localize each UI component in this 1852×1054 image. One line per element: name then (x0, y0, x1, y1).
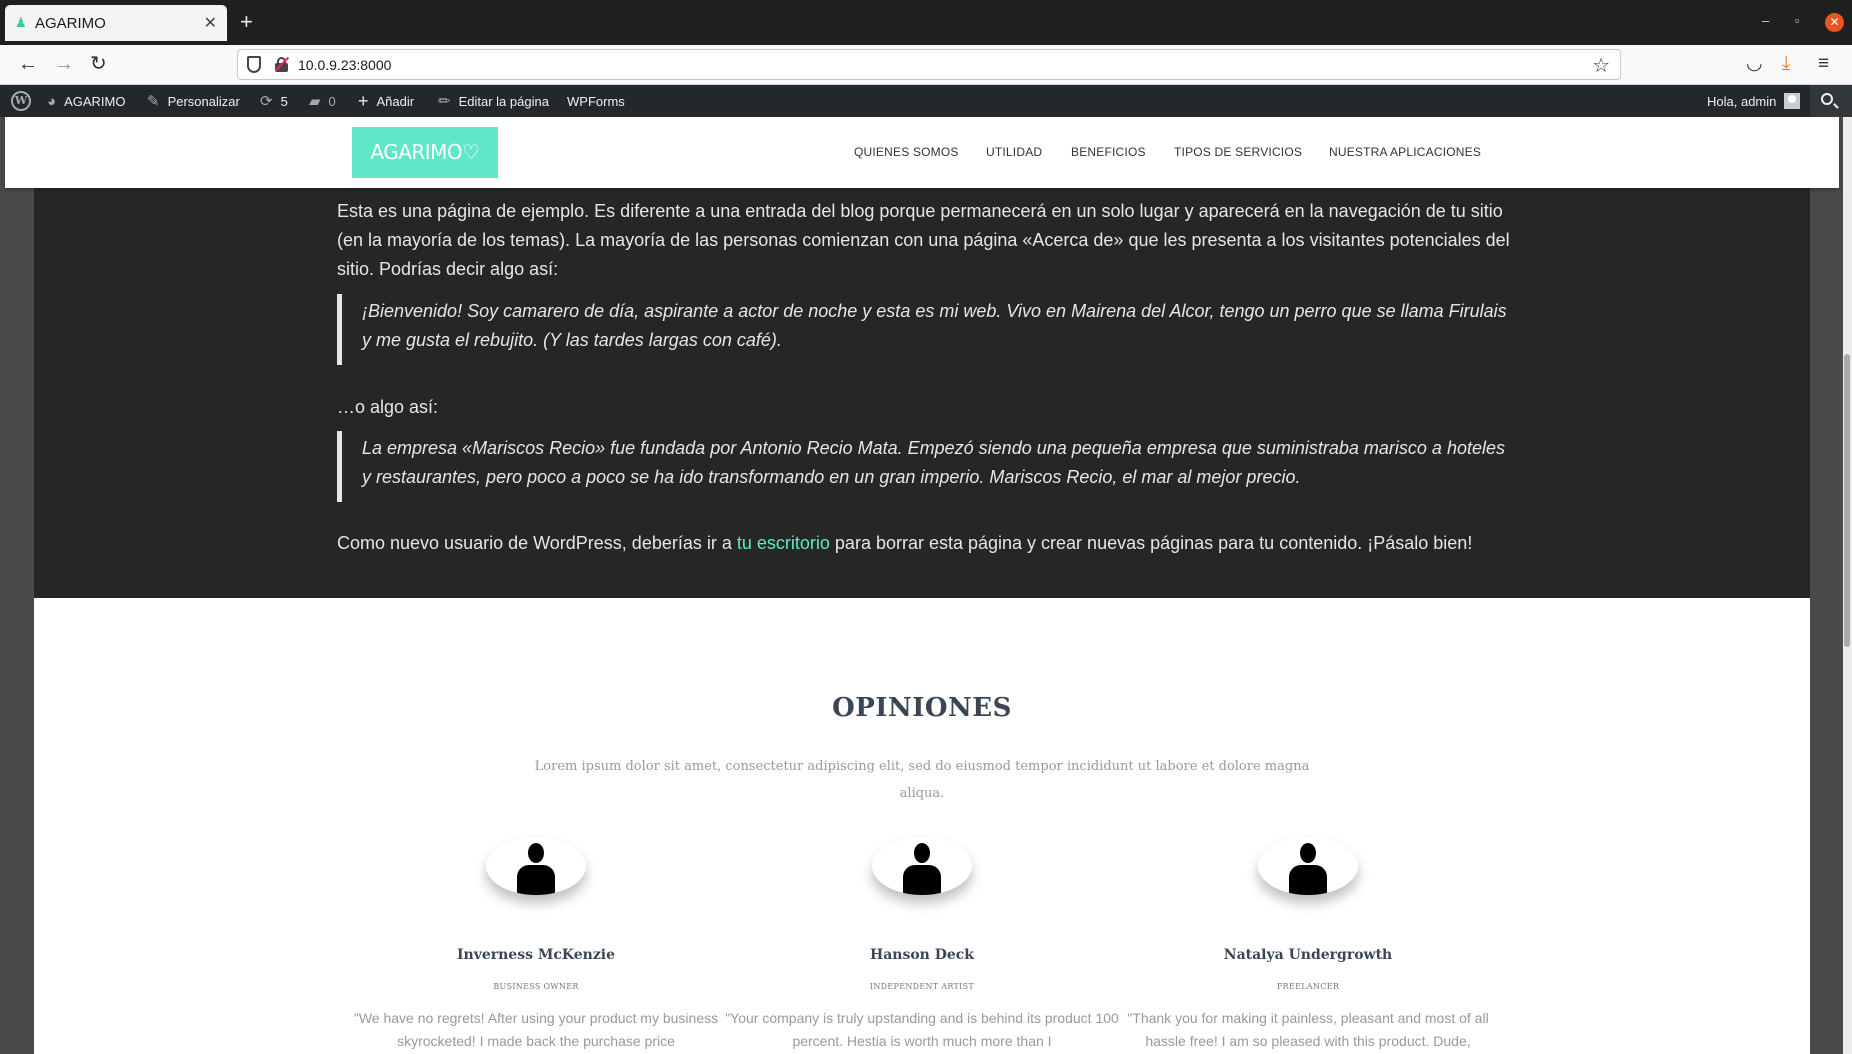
insecure-lock-icon[interactable] (274, 56, 290, 72)
wordpress-logo-icon: W (11, 91, 31, 111)
testimonial-text: "Thank you for making it painless, pleas… (1127, 1010, 1489, 1049)
edit-page-label: Editar la página (458, 93, 549, 109)
person-icon (903, 843, 941, 895)
blockquote-1: ¡Bienvenido! Soy camarero de día, aspira… (337, 294, 1512, 365)
outro-paragraph: Como nuevo usuario de WordPress, debería… (337, 529, 1512, 558)
person-icon (517, 843, 555, 895)
add-new-label: Añadir (376, 93, 415, 109)
wpforms-menu[interactable]: WPForms (567, 85, 625, 117)
url-text[interactable]: 10.0.9.23:8000 (298, 57, 391, 73)
menu-item-tipos-de-servicios[interactable]: TIPOS DE SERVICIOS (1174, 145, 1302, 159)
outro-text-before: Como nuevo usuario de WordPress, debería… (337, 533, 737, 553)
edit-page-link[interactable]: ✏ Editar la página (438, 85, 549, 117)
blockquote-2: La empresa «Mariscos Recio» fue fundada … (337, 431, 1512, 502)
customize-link[interactable]: ✎ Personalizar (147, 85, 240, 117)
back-icon[interactable]: ← (18, 53, 38, 75)
tracking-shield-icon[interactable] (247, 56, 261, 73)
greeting-label: Hola, admin (1707, 93, 1777, 109)
site-favicon-icon: ♟ (15, 15, 27, 30)
wp-admin-bar: W ◕ AGARIMO ✎ Personalizar ⟳ 5 ▰ 0 + Aña… (0, 85, 1852, 117)
window-close-button[interactable]: ✕ (1825, 13, 1844, 32)
admin-search-button[interactable] (1810, 85, 1852, 117)
site-name-menu[interactable]: ◕ AGARIMO (47, 85, 125, 117)
page-scrollbar[interactable] (1843, 117, 1852, 1054)
updates-link[interactable]: ⟳ 5 (260, 85, 288, 117)
menu-item-nuestra-aplicaciones[interactable]: NUESTRA APLICACIONES (1329, 145, 1481, 159)
page-viewport: AGARIMO♡ QUIENES SOMOS UTILIDAD BENEFICI… (0, 117, 1852, 1054)
testimonial-avatar (486, 837, 586, 895)
customize-label: Personalizar (167, 93, 240, 109)
testimonial-role: FREELANCER (1276, 982, 1340, 991)
plus-icon: + (358, 90, 369, 111)
blockquote-1-text: ¡Bienvenido! Soy camarero de día, aspira… (362, 301, 1507, 350)
menu-item-beneficios[interactable]: BENEFICIOS (1071, 145, 1146, 159)
browser-tab-strip: ♟ AGARIMO ✕ + – ▫ ✕ (0, 0, 1852, 45)
content-section: Esta es una página de ejemplo. Es difere… (34, 117, 1810, 598)
dashboard-icon: ◕ (47, 92, 57, 110)
downloads-icon[interactable]: ⤓ (1782, 53, 1790, 75)
menu-item-quienes-somos[interactable]: QUIENES SOMOS (854, 145, 959, 159)
page-content: Esta es una página de ejemplo. Es difere… (34, 117, 1810, 1054)
reload-icon[interactable]: ↻ (90, 53, 107, 75)
updates-count: 5 (280, 93, 288, 109)
wp-logo-menu[interactable]: W (11, 85, 31, 117)
browser-tab[interactable]: ♟ AGARIMO ✕ (5, 5, 227, 41)
restore-button[interactable]: ▫ (1795, 13, 1800, 28)
testimonial-text: "We have no regrets! After using your pr… (353, 1010, 719, 1049)
admin-avatar (1784, 93, 1801, 109)
forward-icon[interactable]: → (54, 53, 74, 75)
testimonial-name: Natalya Undergrowth (1223, 947, 1393, 963)
menu-item-utilidad[interactable]: UTILIDAD (986, 145, 1042, 159)
middle-paragraph: …o algo así: (337, 397, 439, 417)
testimonial-avatar (872, 837, 972, 895)
menu-icon[interactable]: ≡ (1818, 53, 1829, 75)
dashboard-link[interactable]: tu escritorio (737, 533, 830, 553)
comments-count: 0 (328, 93, 336, 109)
comments-link[interactable]: ▰ 0 (309, 85, 336, 117)
site-header: AGARIMO♡ QUIENES SOMOS UTILIDAD BENEFICI… (5, 117, 1839, 188)
testimonial-name: Hanson Deck (869, 947, 975, 963)
browser-navbar: ← → ↻ 10.0.9.23:8000 ☆ ◡ ⤓ ≡ (0, 45, 1852, 85)
new-tab-button[interactable]: + (240, 9, 253, 35)
url-bar[interactable]: 10.0.9.23:8000 ☆ (237, 49, 1621, 80)
site-name: AGARIMO (64, 93, 126, 109)
pencil-icon: ✏ (438, 93, 451, 110)
updates-icon: ⟳ (260, 93, 273, 110)
testimonial-role: BUSINESS OWNER (493, 982, 579, 991)
comment-icon: ▰ (309, 93, 321, 110)
testimonial-name: Inverness McKenzie (456, 947, 615, 963)
testimonials-title: OPINIONES (832, 693, 1012, 723)
tab-close-icon[interactable]: ✕ (204, 13, 217, 33)
wpforms-label: WPForms (567, 93, 625, 109)
testimonial-text: "Your company is truly upstanding and is… (725, 1010, 1119, 1049)
scrollbar-thumb[interactable] (1844, 354, 1850, 647)
outro-text-after: para borrar esta página y crear nuevas p… (829, 533, 1473, 553)
intro-paragraph: Esta es una página de ejemplo. Es difere… (337, 201, 1510, 279)
testimonials-subtitle: Lorem ipsum dolor sit amet, consectetur … (534, 759, 1310, 801)
blockquote-2-text: La empresa «Mariscos Recio» fue fundada … (362, 438, 1505, 487)
person-icon (1289, 843, 1327, 895)
add-new-menu[interactable]: + Añadir (358, 85, 414, 117)
testimonial-role: INDEPENDENT ARTIST (869, 982, 975, 991)
search-icon (1821, 93, 1833, 105)
site-logo[interactable]: AGARIMO♡ (352, 127, 498, 178)
testimonial-avatar (1258, 837, 1358, 895)
tab-title: AGARIMO (35, 14, 106, 32)
pocket-icon[interactable]: ◡ (1746, 53, 1763, 75)
account-menu[interactable]: Hola, admin (1707, 85, 1801, 117)
brush-icon: ✎ (147, 93, 160, 110)
minimize-button[interactable]: – (1762, 13, 1769, 28)
bookmark-star-icon[interactable]: ☆ (1592, 53, 1610, 78)
